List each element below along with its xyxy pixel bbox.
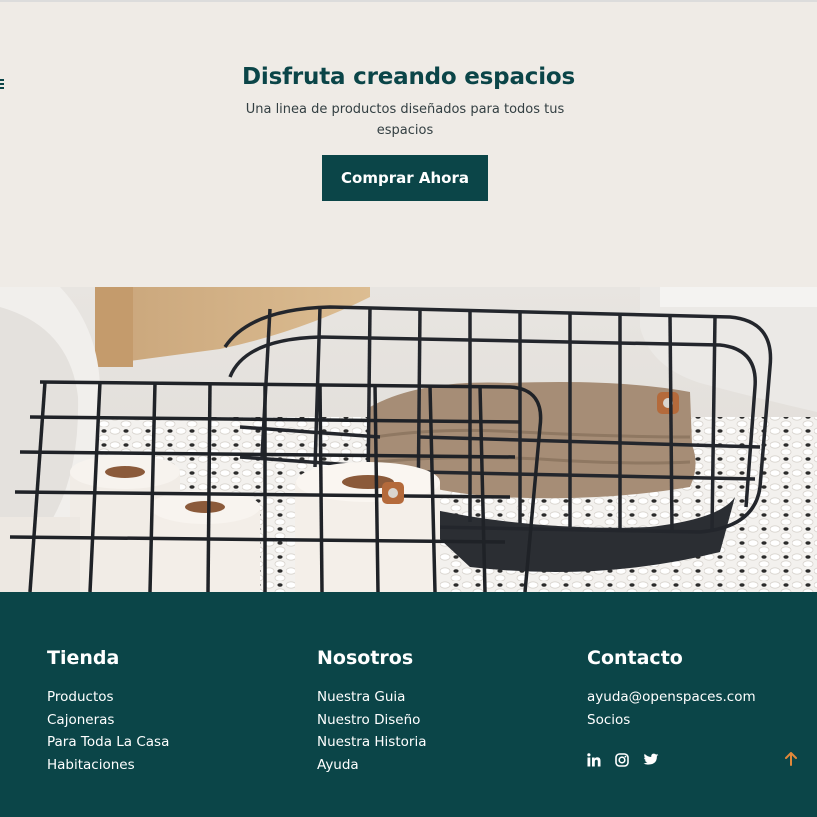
hero-title: Disfruta creando espacios — [242, 64, 575, 90]
hero-subtitle: Una linea de productos diseñados para to… — [245, 102, 565, 138]
footer-link-ayuda[interactable]: Ayuda — [317, 754, 426, 777]
footer-column-contacto: Contacto ayuda@openspaces.com Socios — [587, 646, 756, 769]
footer-link-para-toda-la-casa[interactable]: Para Toda La Casa — [47, 731, 169, 754]
footer-link-email[interactable]: ayuda@openspaces.com — [587, 686, 756, 709]
footer-link-cajoneras[interactable]: Cajoneras — [47, 709, 169, 732]
footer-link-habitaciones[interactable]: Habitaciones — [47, 754, 169, 777]
footer-column-tienda: Tienda Productos Cajoneras Para Toda La … — [47, 646, 169, 776]
product-image — [0, 287, 817, 592]
footer-link-socios[interactable]: Socios — [587, 709, 756, 732]
footer-column-nosotros: Nosotros Nuestra Guia Nuestro Diseño Nue… — [317, 646, 426, 776]
arrow-up-icon[interactable] — [783, 751, 799, 767]
footer-link-nuestra-guia[interactable]: Nuestra Guia — [317, 686, 426, 709]
hero-section: Disfruta creando espacios Una linea de p… — [0, 2, 817, 287]
site-footer: Tienda Productos Cajoneras Para Toda La … — [0, 592, 817, 817]
footer-link-productos[interactable]: Productos — [47, 686, 169, 709]
instagram-icon[interactable] — [615, 753, 631, 769]
footer-heading-tienda: Tienda — [47, 647, 120, 669]
buy-now-button[interactable]: Comprar Ahora — [322, 155, 488, 201]
footer-link-nuestro-diseno[interactable]: Nuestro Diseño — [317, 709, 426, 732]
footer-heading-nosotros: Nosotros — [317, 647, 414, 669]
footer-heading-contacto: Contacto — [587, 647, 683, 669]
twitter-icon[interactable] — [643, 753, 659, 769]
footer-link-nuestra-historia[interactable]: Nuestra Historia — [317, 731, 426, 754]
social-links — [587, 753, 756, 769]
linkedin-icon[interactable] — [587, 753, 603, 769]
